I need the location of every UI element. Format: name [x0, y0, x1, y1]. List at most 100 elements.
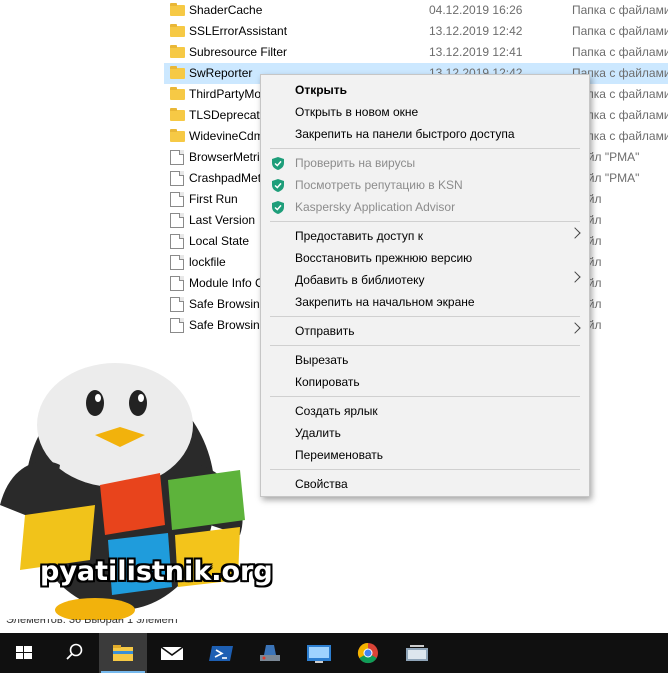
kaspersky-shield-icon [272, 201, 284, 214]
taskbar-button[interactable] [246, 633, 294, 673]
menu-item-label: Переименовать [295, 448, 383, 462]
network-app-icon [406, 645, 428, 661]
file-icon [170, 255, 184, 270]
file-name: Last Version [189, 213, 256, 227]
menu-item-label: Добавить в библиотеку [295, 273, 425, 287]
menu-item-label: Копировать [295, 375, 360, 389]
windows-start-icon [16, 646, 32, 659]
file-name: SwReporter [189, 66, 253, 80]
taskbar-button[interactable] [0, 633, 48, 673]
menu-item[interactable]: Закрепить на панели быстрого доступа [261, 123, 589, 145]
menu-item-label: Закрепить на панели быстрого доступа [295, 127, 515, 141]
file-icon [170, 213, 184, 228]
file-name: Subresource Filter [189, 45, 288, 59]
remote-desktop-icon [307, 645, 331, 663]
menu-item[interactable]: Удалить [261, 422, 589, 444]
menu-item[interactable]: Открыть в новом окне [261, 101, 589, 123]
menu-item-label: Создать ярлык [295, 404, 378, 418]
menu-item[interactable]: Копировать [261, 371, 589, 393]
chevron-right-icon [569, 322, 581, 334]
menu-item[interactable]: Открыть [261, 79, 589, 101]
menu-item[interactable]: Добавить в библиотеку [261, 269, 589, 291]
search-icon [66, 643, 83, 660]
file-name: Safe Browsing [189, 297, 267, 311]
file-name: BrowserMetric [189, 150, 266, 164]
menu-item-label: Удалить [295, 426, 341, 440]
menu-item[interactable]: Создать ярлык [261, 400, 589, 422]
file-type: Папка с файлами [572, 45, 668, 59]
file-row[interactable]: ShaderCache 04.12.2019 16:26 Папка с файла… [164, 0, 668, 21]
menu-item-label: Отправить [295, 324, 355, 338]
menu-separator [270, 316, 580, 317]
taskbar-button[interactable] [99, 633, 147, 673]
menu-item-label: Предоставить доступ к [295, 229, 423, 243]
file-icon [170, 150, 184, 165]
menu-item-label: Восстановить прежнюю версию [295, 251, 473, 265]
menu-item-label: Вырезать [295, 353, 349, 367]
menu-item[interactable]: Вырезать [261, 349, 589, 371]
file-name: SSLErrorAssistant [189, 24, 288, 38]
file-row[interactable]: SSLErrorAssistant 13.12.2019 12:42 Папка с… [164, 21, 668, 42]
menu-item[interactable]: Посмотреть репутацию в KSN [261, 174, 589, 196]
file-date: 04.12.2019 16:26 [429, 3, 523, 17]
menu-item[interactable]: Предоставить доступ к [261, 225, 589, 247]
folder-icon [170, 87, 185, 100]
file-icon [170, 318, 184, 333]
menu-item-label: Закрепить на начальном экране [295, 295, 475, 309]
menu-item[interactable]: Отправить [261, 320, 589, 342]
file-name: WidevineCdm [189, 129, 264, 143]
taskbar-button[interactable] [148, 633, 196, 673]
mail-icon [160, 646, 184, 660]
menu-item-label: Посмотреть репутацию в KSN [295, 178, 463, 192]
file-icon [170, 276, 184, 291]
watermark-text: pyatilistnik.org [40, 556, 273, 587]
chevron-right-icon [569, 271, 581, 283]
file-type: Папка с файлами [572, 24, 668, 38]
menu-item-label: Свойства [295, 477, 348, 491]
menu-item[interactable]: Проверить на вирусы [261, 152, 589, 174]
taskbar-button[interactable] [393, 633, 441, 673]
folder-icon [170, 129, 185, 142]
menu-item[interactable]: Закрепить на начальном экране [261, 291, 589, 313]
menu-item-label: Kaspersky Application Advisor [295, 200, 456, 214]
folder-icon [170, 45, 185, 58]
taskbar-button[interactable] [344, 633, 392, 673]
file-date: 13.12.2019 12:42 [429, 24, 523, 38]
kaspersky-shield-icon [272, 157, 284, 170]
menu-item[interactable]: Kaspersky Application Advisor [261, 196, 589, 218]
context-menu: Открыть Открыть в новом окне Закрепить на … [260, 74, 590, 497]
kaspersky-shield-icon [272, 179, 284, 192]
menu-item-label: Проверить на вирусы [295, 156, 416, 170]
file-name: ThirdPartyMo [189, 87, 262, 101]
menu-item[interactable]: Свойства [261, 473, 589, 495]
menu-separator [270, 148, 580, 149]
file-icon [170, 192, 184, 207]
menu-separator [270, 221, 580, 222]
file-icon [170, 171, 184, 186]
chevron-right-icon [569, 227, 581, 239]
file-name: Module Info C [189, 276, 264, 290]
menu-item-label: Открыть [295, 83, 348, 97]
server-manager-icon [260, 645, 280, 661]
file-icon [170, 234, 184, 249]
chrome-icon [357, 642, 378, 664]
taskbar-button[interactable] [295, 633, 343, 673]
taskbar-button[interactable] [50, 633, 98, 673]
menu-item[interactable]: Восстановить прежнюю версию [261, 247, 589, 269]
menu-separator [270, 345, 580, 346]
file-name: lockfile [189, 255, 226, 269]
file-icon [170, 297, 184, 312]
menu-item[interactable]: Переименовать [261, 444, 589, 466]
file-name: ShaderCache [189, 3, 263, 17]
file-date: 13.12.2019 12:41 [429, 45, 523, 59]
menu-item-label: Открыть в новом окне [295, 105, 419, 119]
file-type: Папка с файлами [572, 3, 668, 17]
powershell-icon [209, 646, 233, 661]
folder-icon [170, 3, 185, 16]
file-name: Safe Browsing [189, 318, 267, 332]
folder-icon [170, 108, 185, 121]
folder-icon [170, 24, 185, 37]
taskbar-button[interactable] [197, 633, 245, 673]
file-row[interactable]: Subresource Filter 13.12.2019 12:41 Папка … [164, 42, 668, 63]
taskbar [0, 633, 668, 673]
